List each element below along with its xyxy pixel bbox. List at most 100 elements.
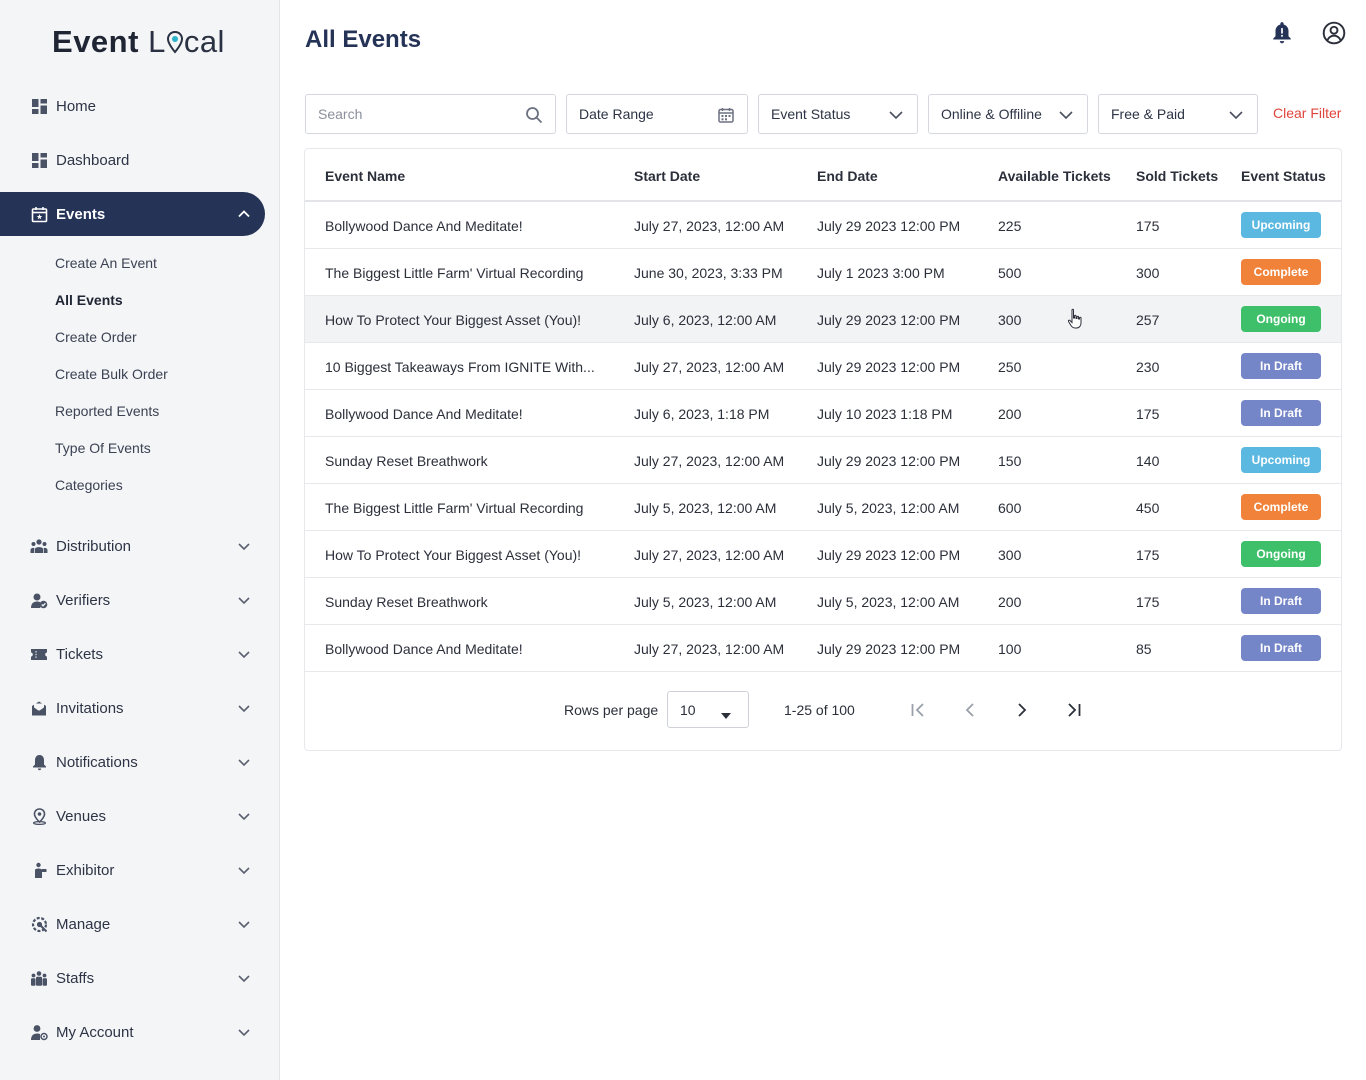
chevron-down-icon[interactable] [237,647,251,661]
sidebar-item-label: Dashboard [56,151,130,169]
events-table: Event Name Start Date End Date Available… [304,148,1342,751]
table-row[interactable]: The Biggest Little Farm' Virtual Recordi… [305,249,1341,296]
table-row[interactable]: Sunday Reset Breathwork July 27, 2023, 12… [305,437,1341,484]
sold-tickets-cell: 175 [1136,406,1160,422]
sidebar-item-verifiers[interactable]: Verifiers [0,578,265,622]
sidebar-subitem-create-bulk-order[interactable]: Create Bulk Order [55,366,168,382]
chevron-down-icon[interactable] [237,755,251,769]
user-account-icon[interactable] [1321,20,1347,46]
column-header-start-date[interactable]: Start Date [634,168,700,184]
bell-icon [30,753,48,771]
search-input[interactable]: Search [305,94,556,134]
calendar-icon [30,205,48,223]
ticket-icon [30,645,48,663]
sidebar-item-exhibitor[interactable]: Exhibitor [0,848,265,892]
column-header-event-status[interactable]: Event Status [1241,168,1326,184]
event-name-cell: The Biggest Little Farm' Virtual Recordi… [325,500,584,516]
account-icon [30,1023,48,1041]
chevron-down-icon[interactable] [237,539,251,553]
brand-logo[interactable]: Event Lcal [52,22,225,62]
next-page-icon[interactable] [1010,698,1034,722]
mail-icon [30,699,48,717]
table-row[interactable]: How To Protect Your Biggest Asset (You)!… [305,531,1341,578]
available-tickets-cell: 300 [998,547,1022,563]
chevron-down-icon[interactable] [237,809,251,823]
search-placeholder: Search [318,106,363,122]
event-status-select[interactable]: Event Status [758,94,918,134]
status-badge: Upcoming [1241,212,1321,238]
sidebar-subitem-type-of-events[interactable]: Type Of Events [55,440,151,456]
bell-icon[interactable] [1269,20,1295,46]
sidebar-item-label: Notifications [56,753,138,771]
chevron-up-icon[interactable] [237,207,251,221]
event-name-cell: The Biggest Little Farm' Virtual Recordi… [325,265,584,281]
status-badge: Ongoing [1241,306,1321,332]
logo-text-l: L [148,24,166,59]
sidebar-item-label: Invitations [56,699,124,717]
start-date-cell: July 6, 2023, 1:18 PM [634,406,770,422]
sidebar-item-venues[interactable]: Venues [0,794,265,838]
page-title: All Events [305,26,422,53]
chevron-down-icon[interactable] [237,863,251,877]
table-row[interactable]: Bollywood Dance And Meditate! July 6, 202… [305,390,1341,437]
start-date-cell: July 5, 2023, 12:00 AM [634,594,777,610]
date-range-picker[interactable]: Date Range [566,94,748,134]
status-badge: Complete [1241,259,1321,285]
online-offline-select[interactable]: Online & Offiline [928,94,1088,134]
sidebar-item-manage[interactable]: Manage [0,902,265,946]
sidebar-item-staffs[interactable]: Staffs [0,956,265,1000]
sidebar-subitem-all-events[interactable]: All Events [55,292,123,308]
logo-text-e: E [52,24,74,59]
sidebar-subitem-reported-events[interactable]: Reported Events [55,403,159,419]
sold-tickets-cell: 175 [1136,594,1160,610]
chevron-down-icon[interactable] [237,701,251,715]
rows-per-page-value: 10 [680,701,696,718]
table-row[interactable]: Sunday Reset Breathwork July 5, 2023, 12:… [305,578,1341,625]
exhibitor-icon [30,861,48,879]
clear-filter-button[interactable]: Clear Filter [1273,105,1341,121]
previous-page-icon[interactable] [958,698,982,722]
sidebar-item-label: Verifiers [56,591,111,609]
table-row[interactable]: Bollywood Dance And Meditate! July 27, 20… [305,625,1341,672]
sold-tickets-cell: 257 [1136,312,1160,328]
chevron-down-icon[interactable] [237,971,251,985]
chevron-down-icon[interactable] [237,1025,251,1039]
table-row[interactable]: 10 Biggest Takeaways From IGNITE With...… [305,343,1341,390]
sidebar-item-tickets[interactable]: Tickets [0,632,265,676]
rows-per-page-select[interactable]: 10 [667,691,749,728]
column-header-event-name[interactable]: Event Name [325,168,405,184]
event-name-cell: How To Protect Your Biggest Asset (You)! [325,547,582,563]
sidebar-subitem-create-an-event[interactable]: Create An Event [55,255,157,271]
chevron-down-icon [1227,106,1245,124]
end-date-cell: July 29 2023 12:00 PM [817,218,961,234]
sidebar-item-my-account[interactable]: My Account [0,1010,265,1054]
sidebar-subitem-create-order[interactable]: Create Order [55,329,137,345]
first-page-icon[interactable] [906,698,930,722]
column-header-end-date[interactable]: End Date [817,168,878,184]
column-header-available-tickets[interactable]: Available Tickets [998,168,1111,184]
column-header-sold-tickets[interactable]: Sold Tickets [1136,168,1218,184]
sidebar-item-dashboard[interactable]: Dashboard [0,138,265,182]
search-icon [525,106,543,124]
rows-per-page-label: Rows per page [564,702,659,718]
free-paid-select[interactable]: Free & Paid [1098,94,1258,134]
sidebar-item-invitations[interactable]: Invitations [0,686,265,730]
status-badge: In Draft [1241,400,1321,426]
available-tickets-cell: 225 [998,218,1022,234]
chevron-down-icon[interactable] [237,593,251,607]
table-row[interactable]: How To Protect Your Biggest Asset (You)!… [305,296,1341,343]
start-date-cell: July 6, 2023, 12:00 AM [634,312,777,328]
status-badge: In Draft [1241,353,1321,379]
sidebar-item-events[interactable]: Events [0,192,265,236]
chevron-down-icon[interactable] [237,917,251,931]
sidebar-item-distribution[interactable]: Distribution [0,524,265,568]
sold-tickets-cell: 175 [1136,218,1160,234]
sidebar-item-label: Events [56,205,106,223]
last-page-icon[interactable] [1062,698,1086,722]
sidebar-subitem-categories[interactable]: Categories [55,477,123,493]
table-row[interactable]: Bollywood Dance And Meditate! July 27, 20… [305,202,1341,249]
sidebar-item-label: Manage [56,915,111,933]
sidebar-item-home[interactable]: Home [0,84,265,128]
sidebar-item-notifications[interactable]: Notifications [0,740,265,784]
table-row[interactable]: The Biggest Little Farm' Virtual Recordi… [305,484,1341,531]
